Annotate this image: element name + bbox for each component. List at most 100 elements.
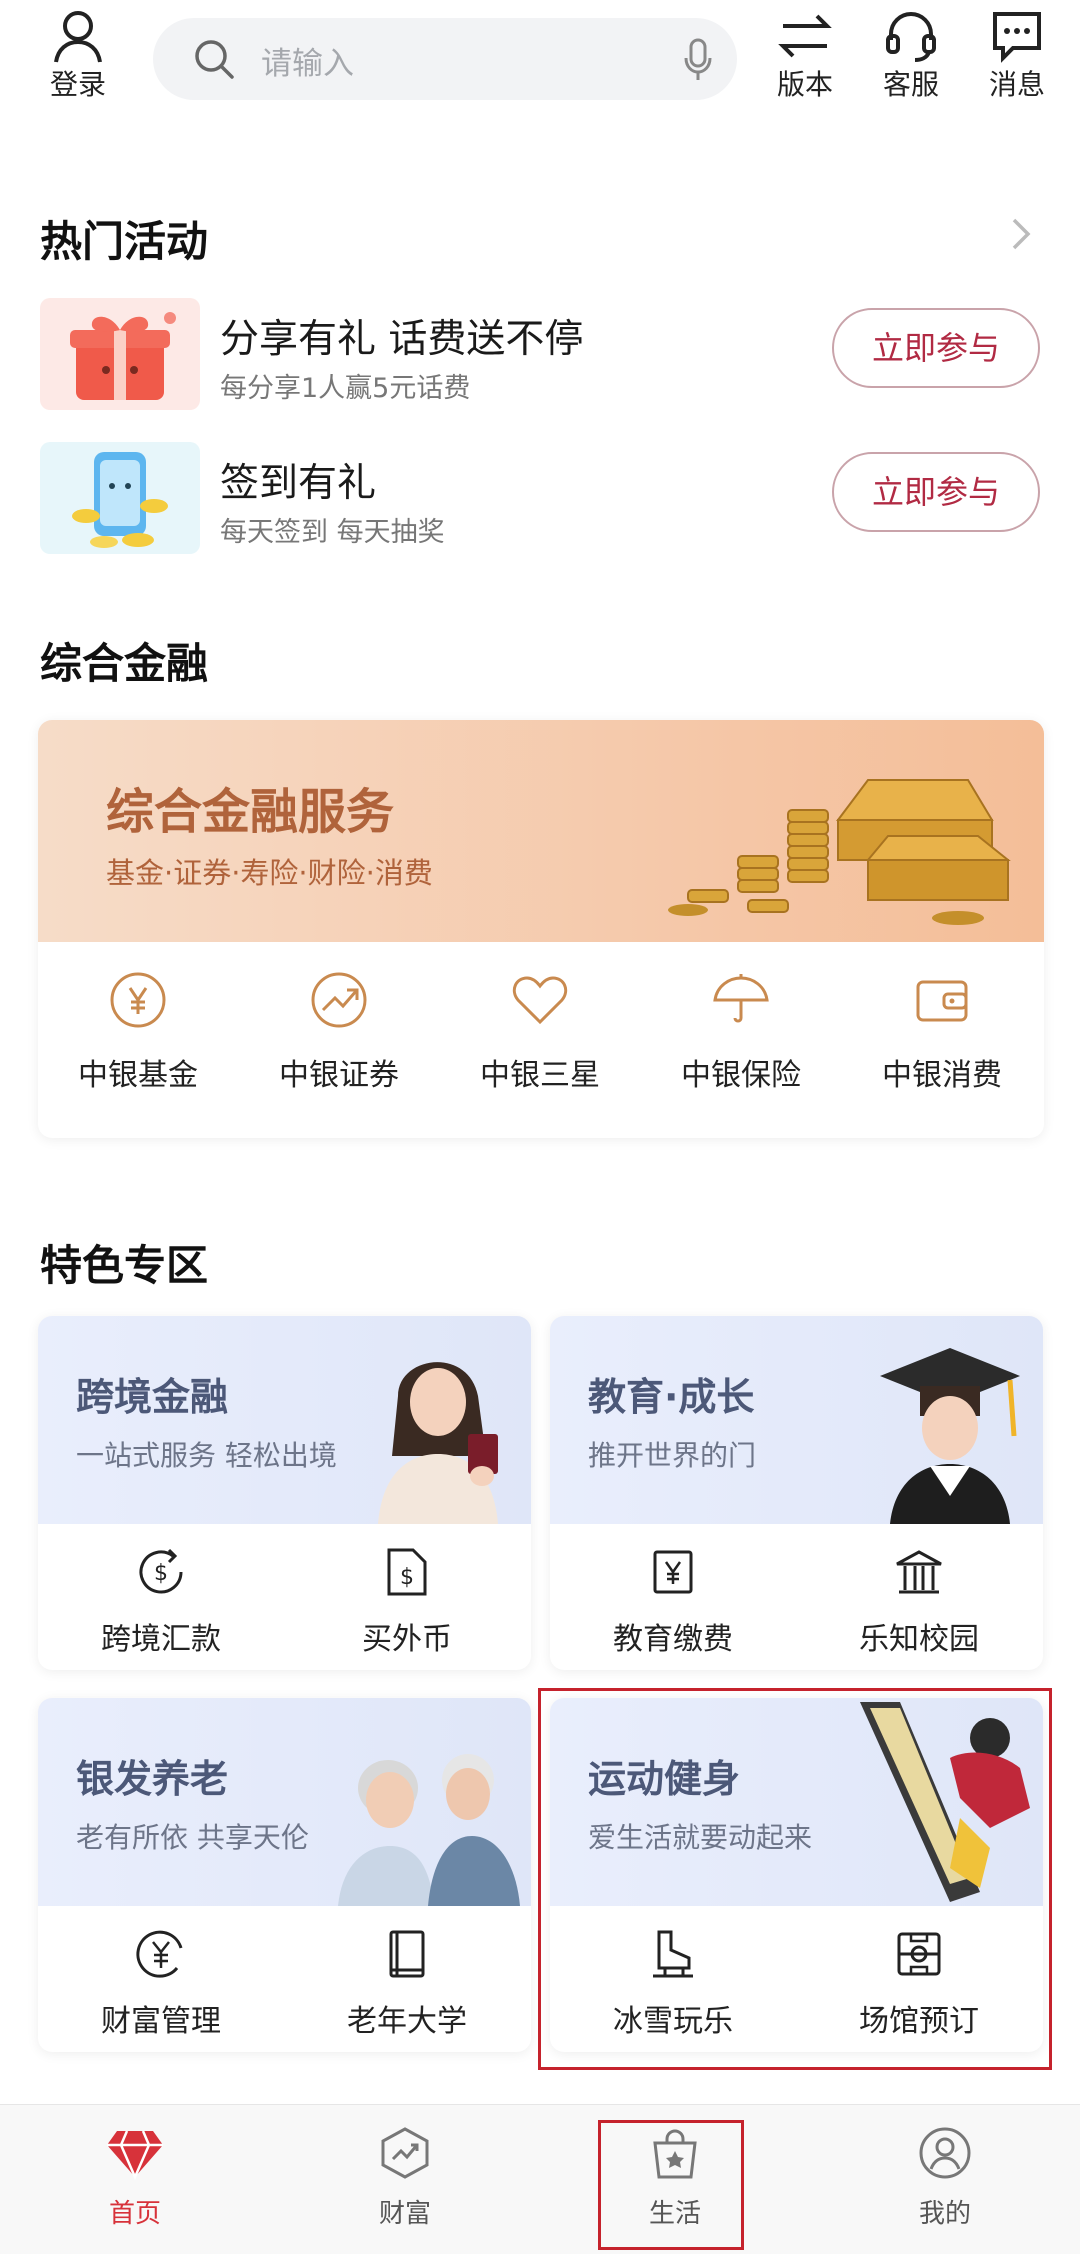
diamond-icon — [107, 2130, 163, 2181]
sub-item-tuition[interactable]: 教育缴费 — [550, 1544, 796, 1658]
tab-wealth[interactable]: 财富 — [320, 2125, 490, 2230]
activity-checkin[interactable]: 签到有礼 每天签到 每天抽奖 立即参与 — [40, 442, 1040, 562]
featured-card-subtitle: 推开世界的门 — [588, 1439, 757, 1472]
message-icon — [993, 12, 1041, 63]
trend-circle-icon — [311, 972, 367, 1028]
featured-card-education: 教育·成长 推开世界的门 教育缴费 乐知校园 — [550, 1316, 1043, 1670]
finance-item-securities[interactable]: 中银证券 — [239, 970, 439, 1094]
customer-service-label: 客服 — [882, 68, 939, 101]
elderly-couple-illustration — [338, 1754, 520, 1906]
featured-card-header[interactable]: 跨境金融 一站式服务 轻松出境 — [38, 1316, 531, 1524]
featured-card-elderly: 银发养老 老有所依 共享天伦 财富管理 老年大学 — [38, 1698, 531, 2052]
book-icon — [389, 1930, 425, 1978]
featured-card-subtitle: 一站式服务 轻松出境 — [76, 1439, 337, 1472]
sub-item-label: 跨境汇款 — [101, 1622, 221, 1657]
version-label: 版本 — [776, 68, 833, 101]
login-label: 登录 — [49, 68, 106, 101]
finance-item-fund[interactable]: 中银基金 — [38, 970, 238, 1094]
tab-mine-label: 我的 — [918, 2199, 971, 2229]
featured-section-title: 特色专区 — [40, 1241, 209, 1290]
sub-item-label: 教育缴费 — [613, 1622, 733, 1657]
activity-share[interactable]: 分享有礼 话费送不停 每分享1人赢5元话费 立即参与 — [40, 298, 1040, 418]
sub-item-label: 财富管理 — [101, 2004, 221, 2039]
bottom-tab-bar: 首页 财富 生活 我的 — [0, 2104, 1080, 2254]
finance-item-insurance[interactable]: 中银保险 — [641, 970, 841, 1094]
featured-card-cross-border: 跨境金融 一站式服务 轻松出境 $ 跨境汇款 $ 买外币 — [38, 1316, 531, 1670]
activity-title: 分享有礼 话费送不停 — [220, 317, 584, 362]
hot-activities-title: 热门活动 — [40, 217, 209, 266]
tab-mine[interactable]: 我的 — [860, 2125, 1030, 2230]
search-bar[interactable]: 请输入 — [153, 18, 737, 100]
sub-item-senior-university[interactable]: 老年大学 — [284, 1926, 530, 2040]
sub-item-label: 买外币 — [362, 1622, 452, 1657]
sub-item-label: 乐知校园 — [859, 1622, 979, 1657]
finance-section-title: 综合金融 — [40, 639, 209, 688]
join-now-button[interactable]: 立即参与 — [832, 308, 1040, 388]
finance-item-samsung[interactable]: 中银三星 — [440, 970, 640, 1094]
gift-icon — [70, 312, 176, 400]
phone-coins-icon — [72, 452, 168, 548]
sub-item-buy-currency[interactable]: $ 买外币 — [284, 1544, 530, 1658]
svg-text:$: $ — [154, 1561, 168, 1586]
checkin-thumbnail — [40, 442, 200, 554]
login-button[interactable]: 登录 — [33, 8, 123, 102]
tab-wealth-label: 财富 — [378, 2199, 431, 2229]
umbrella-icon — [713, 974, 769, 1023]
top-bar: 登录 请输入 版本 客服 消息 — [0, 0, 1080, 120]
wallet-icon — [916, 980, 968, 1022]
gift-thumbnail — [40, 298, 200, 410]
graduate-illustration — [880, 1348, 1020, 1524]
yen-circle-icon — [136, 1930, 183, 1978]
finance-item-label: 中银三星 — [480, 1058, 600, 1093]
sub-item-label: 老年大学 — [347, 2004, 467, 2039]
messages-button[interactable]: 消息 — [972, 8, 1062, 102]
heart-icon — [512, 976, 568, 1025]
user-icon — [54, 11, 102, 63]
customer-service-button[interactable]: 客服 — [866, 8, 956, 102]
wealth-hexagon-icon — [381, 2127, 429, 2179]
tab-home-label: 首页 — [108, 2199, 161, 2229]
finance-item-label: 中银基金 — [78, 1058, 198, 1093]
dollar-document-icon: $ — [387, 1548, 427, 1596]
featured-card-header[interactable]: 银发养老 老有所依 共享天伦 — [38, 1698, 531, 1906]
featured-card-subtitle: 老有所依 共享天伦 — [76, 1821, 309, 1854]
join-now-button[interactable]: 立即参与 — [832, 452, 1040, 532]
chevron-right-icon[interactable] — [1010, 216, 1034, 252]
sub-item-campus[interactable]: 乐知校园 — [796, 1544, 1042, 1658]
tuition-payment-icon — [653, 1550, 693, 1594]
search-icon — [195, 40, 234, 79]
school-building-icon — [896, 1550, 942, 1594]
highlight-box-life-tab — [598, 2120, 744, 2250]
featured-card-title: 跨境金融 — [76, 1375, 229, 1419]
tab-home[interactable]: 首页 — [50, 2125, 220, 2230]
activity-title: 签到有礼 — [220, 461, 377, 506]
finance-card: 综合金融服务 基金·证券·寿险·财险·消费 中银基金 中银证券 中银三星 中银保… — [38, 720, 1044, 1138]
search-input[interactable]: 请输入 — [261, 38, 354, 83]
messages-label: 消息 — [988, 68, 1045, 101]
sub-item-wealth-management[interactable]: 财富管理 — [38, 1926, 284, 2040]
woman-with-passport-illustration — [378, 1362, 498, 1524]
finance-item-consumer[interactable]: 中银消费 — [842, 970, 1042, 1094]
activity-subtitle: 每天签到 每天抽奖 — [220, 517, 445, 548]
microphone-icon[interactable] — [683, 38, 713, 82]
finance-item-label: 中银保险 — [681, 1058, 801, 1093]
version-button[interactable]: 版本 — [760, 8, 850, 102]
featured-card-title: 银发养老 — [76, 1757, 229, 1801]
headset-icon — [886, 12, 936, 62]
svg-text:$: $ — [400, 1565, 414, 1590]
featured-card-header[interactable]: 教育·成长 推开世界的门 — [550, 1316, 1043, 1524]
finance-banner[interactable]: 综合金融服务 基金·证券·寿险·财险·消费 — [38, 720, 1044, 942]
banner-subtitle: 基金·证券·寿险·财险·消费 — [106, 856, 433, 890]
finance-item-label: 中银证券 — [279, 1058, 399, 1093]
dollar-exchange-icon: $ — [139, 1548, 183, 1594]
yen-circle-icon — [110, 972, 166, 1028]
gold-bars-icon — [668, 779, 1011, 925]
featured-card-title: 教育·成长 — [588, 1375, 755, 1419]
user-circle-icon — [919, 2127, 971, 2179]
activity-subtitle: 每分享1人赢5元话费 — [220, 373, 471, 404]
finance-item-label: 中银消费 — [882, 1058, 1002, 1093]
banner-title: 综合金融服务 — [106, 784, 395, 840]
switch-arrows-icon — [778, 14, 832, 58]
sub-item-remittance[interactable]: $ 跨境汇款 — [38, 1544, 284, 1658]
highlight-box-sports-card — [538, 1688, 1052, 2070]
